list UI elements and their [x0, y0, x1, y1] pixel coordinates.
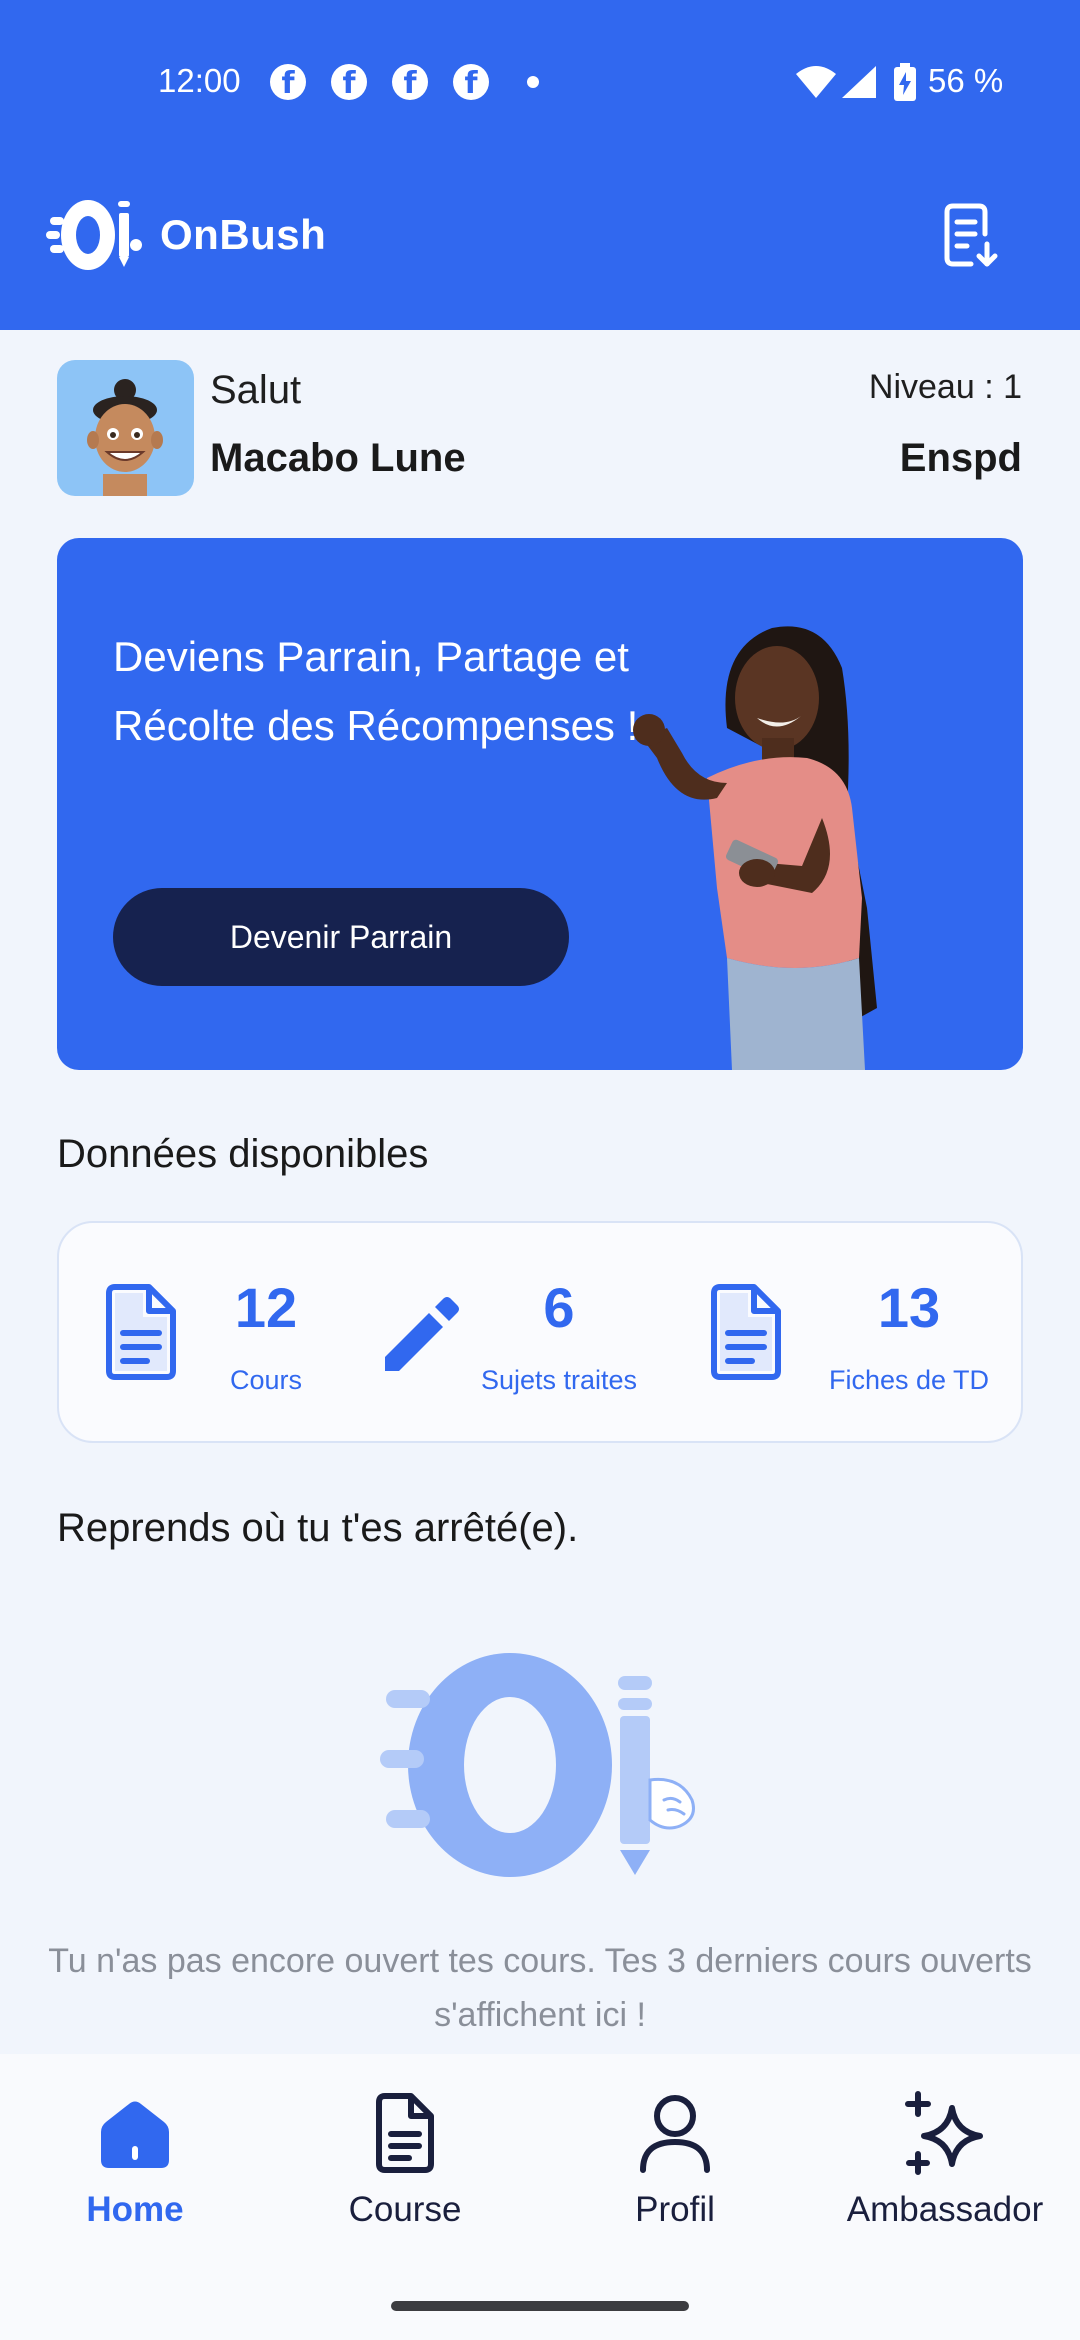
memoji-avatar-icon — [87, 379, 163, 496]
nav-profil-label: Profil — [635, 2190, 715, 2229]
subjects-label: Sujets traites — [480, 1365, 638, 1395]
referral-banner[interactable]: Deviens Parrain, Partage et Récolte des … — [57, 538, 1023, 1070]
available-data-title: Données disponibles — [57, 1132, 429, 1176]
document-icon — [376, 2093, 434, 2173]
status-bar: 12:00 f f f f 56 % — [0, 0, 1080, 165]
nav-ambassador[interactable]: Ambassador — [810, 2088, 1080, 2230]
avatar[interactable] — [57, 360, 194, 496]
banner-text: Deviens Parrain, Partage et Récolte des … — [113, 633, 639, 749]
user-school: Enspd — [899, 436, 1022, 480]
more-notifications-icon — [527, 76, 539, 88]
battery-charging-icon — [894, 63, 916, 101]
worksheets-count: 13 — [877, 1276, 941, 1339]
nav-course-label: Course — [348, 2190, 462, 2229]
courses-label: Cours — [229, 1365, 303, 1395]
greeting-label: Salut — [210, 368, 302, 412]
nav-home-label: Home — [86, 2190, 184, 2229]
onbush-mascot-illustration — [380, 1653, 695, 1877]
nav-home[interactable]: Home — [0, 2088, 270, 2230]
available-data-card: 12 Cours 6 Sujets traites 13 Fiches de T… — [57, 1221, 1023, 1443]
app-name: OnBush — [160, 211, 327, 258]
home-icon — [101, 2101, 169, 2168]
wifi-icon — [796, 66, 836, 98]
become-sponsor-button[interactable]: Devenir Parrain — [113, 888, 569, 986]
status-time: 12:00 — [158, 62, 241, 99]
user-name: Macabo Lune — [210, 436, 466, 480]
nav-ambassador-label: Ambassador — [846, 2190, 1044, 2229]
facebook-icon: f — [270, 64, 306, 101]
person-icon — [640, 2095, 710, 2173]
facebook-icon: f — [331, 64, 367, 101]
resume-section-title: Reprends où tu t'es arrêté(e). — [57, 1506, 579, 1550]
app-logo: OnBush — [44, 195, 326, 275]
subjects-count: 6 — [543, 1276, 575, 1339]
pencil-icon — [385, 1297, 459, 1371]
downloads-button[interactable] — [935, 200, 1005, 270]
battery-percentage: 56 % — [928, 62, 1004, 99]
home-indicator[interactable] — [391, 2301, 689, 2311]
bottom-navigation: Home Course Profil Ambassador — [0, 2054, 1080, 2340]
facebook-icon: f — [392, 64, 428, 101]
signal-icon — [842, 66, 876, 98]
onbush-logo-icon — [46, 200, 142, 270]
document-icon — [711, 1284, 781, 1380]
empty-recent-courses-message: Tu n'as pas encore ouvert tes cours. Tes… — [48, 1942, 1032, 2034]
facebook-icon: f — [453, 64, 489, 101]
user-level: Niveau : 1 — [868, 368, 1022, 406]
nav-profil[interactable]: Profil — [540, 2088, 810, 2230]
document-icon — [106, 1284, 176, 1380]
worksheets-label: Fiches de TD — [828, 1365, 990, 1395]
app-header: 12:00 f f f f 56 % OnBush — [0, 0, 1080, 330]
courses-count: 12 — [234, 1276, 298, 1339]
sparkles-icon — [905, 2091, 983, 2175]
smiling-woman-image — [633, 626, 877, 1070]
nav-course[interactable]: Course — [270, 2088, 540, 2230]
document-download-icon — [944, 203, 998, 267]
